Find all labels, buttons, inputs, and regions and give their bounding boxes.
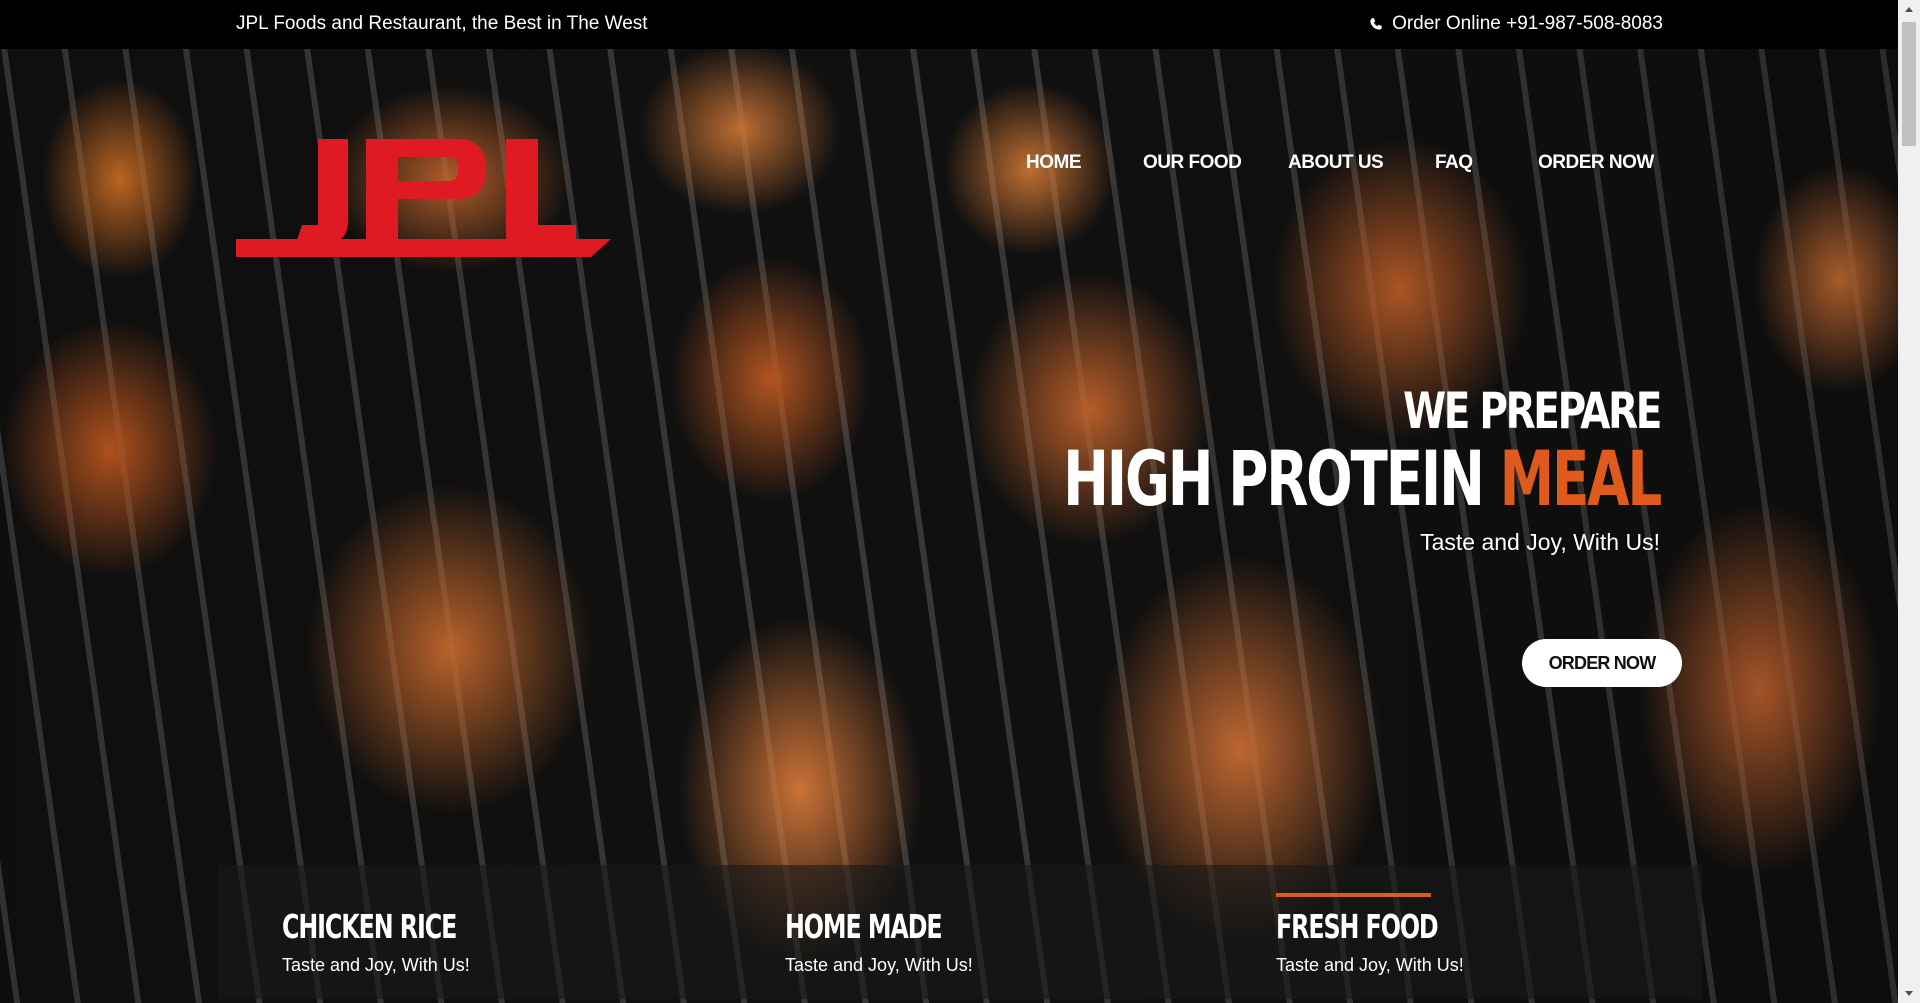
hero-section: HOME OUR FOOD ABOUT US FAQ ORDER NOW WE … bbox=[0, 49, 1898, 1003]
feature-title: CHICKEN RICE bbox=[282, 907, 457, 946]
feature-subtitle: Taste and Joy, With Us! bbox=[1276, 955, 1464, 975]
hero-line-2-main: HIGH PROTEIN bbox=[1063, 434, 1485, 523]
order-online-link[interactable]: Order Online +91-987-508-8083 bbox=[1369, 13, 1663, 35]
features-strip: CHICKEN RICE Taste and Joy, With Us! HOM… bbox=[218, 865, 1702, 999]
hero-tagline: Taste and Joy, With Us! bbox=[1420, 528, 1660, 555]
nav-faq[interactable]: FAQ bbox=[1435, 152, 1473, 174]
scroll-down-arrow-icon[interactable] bbox=[1898, 983, 1920, 1003]
phone-icon bbox=[1370, 17, 1382, 30]
hero-line-1: WE PREPARE bbox=[1403, 382, 1662, 440]
feature-title: FRESH FOOD bbox=[1276, 907, 1439, 946]
feature-subtitle: Taste and Joy, With Us! bbox=[785, 955, 973, 975]
feature-subtitle: Taste and Joy, With Us! bbox=[282, 955, 470, 975]
nav-home[interactable]: HOME bbox=[1026, 152, 1082, 174]
hero-line-2: HIGH PROTEIN MEAL bbox=[1063, 439, 1662, 519]
scroll-up-arrow-icon[interactable] bbox=[1898, 0, 1920, 20]
hero-headline: WE PREPARE HIGH PROTEIN MEAL Taste and J… bbox=[831, 382, 1662, 556]
top-info-bar: JPL Foods and Restaurant, the Best in Th… bbox=[0, 0, 1920, 49]
active-indicator bbox=[1276, 893, 1431, 897]
nav-order-now[interactable]: ORDER NOW bbox=[1538, 152, 1654, 174]
hero-line-2-accent: MEAL bbox=[1499, 434, 1663, 523]
feature-title: HOME MADE bbox=[785, 907, 943, 946]
scrollbar-thumb[interactable] bbox=[1902, 22, 1916, 146]
jpl-logo bbox=[236, 139, 611, 257]
vertical-scrollbar[interactable] bbox=[1898, 0, 1920, 1003]
hero-order-now-button[interactable]: ORDER NOW bbox=[1522, 639, 1682, 687]
nav-our-food[interactable]: OUR FOOD bbox=[1143, 152, 1242, 174]
order-online-text: Order Online +91-987-508-8083 bbox=[1392, 13, 1663, 34]
tagline: JPL Foods and Restaurant, the Best in Th… bbox=[236, 13, 648, 34]
nav-about-us[interactable]: ABOUT US bbox=[1288, 152, 1384, 174]
logo[interactable] bbox=[236, 139, 611, 257]
